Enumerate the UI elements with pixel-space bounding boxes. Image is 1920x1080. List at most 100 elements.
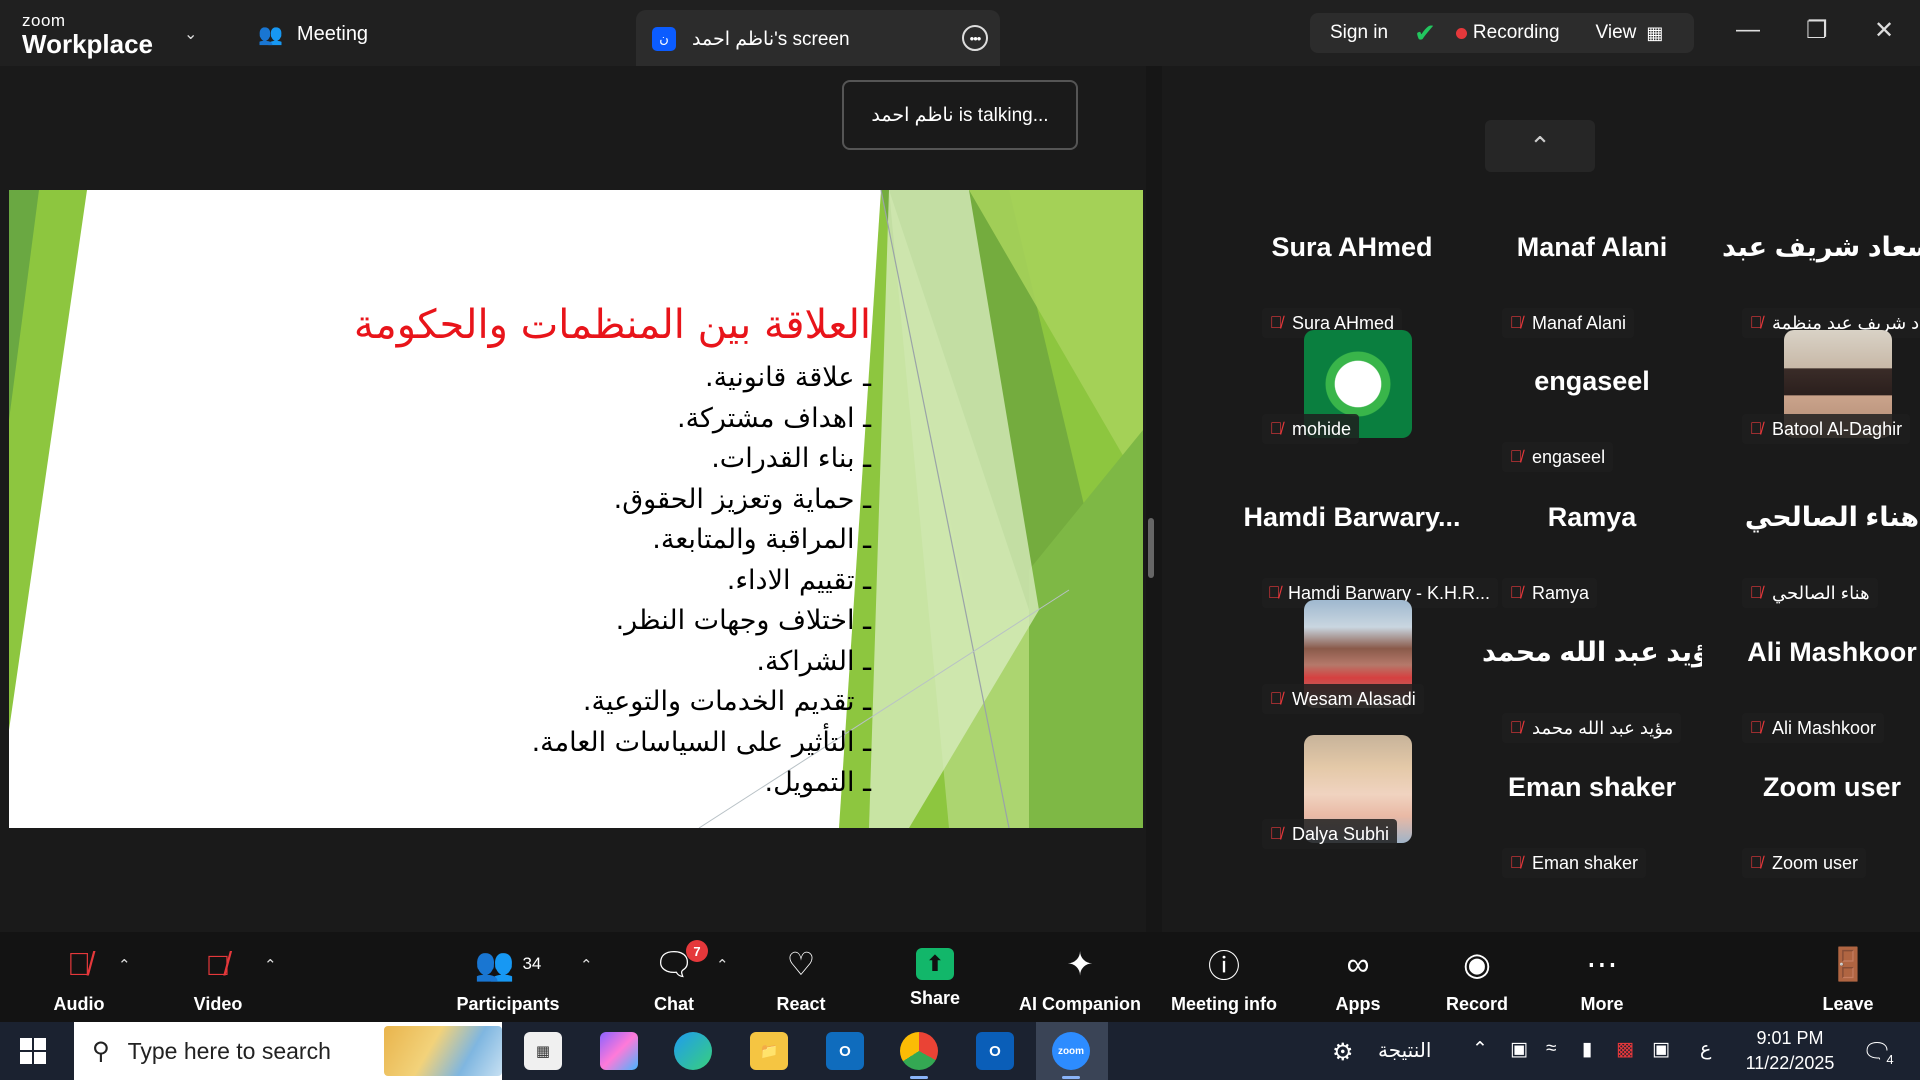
- grid-view-icon[interactable]: ▦: [1646, 23, 1663, 44]
- record-label: Record: [1446, 994, 1509, 1014]
- search-highlight-image[interactable]: [384, 1026, 502, 1076]
- mic-muted-icon: 🎙̸: [1749, 853, 1763, 872]
- mic-muted-icon: 🎙̸: [1749, 718, 1763, 737]
- app-notification-icon[interactable]: ▩: [1616, 1038, 1634, 1061]
- chat-options-caret[interactable]: ⌃: [716, 956, 729, 974]
- chrome-running-indicator: [910, 1076, 928, 1079]
- participant-tile[interactable]: 🎙̸ Dalya Subhi: [1242, 727, 1462, 849]
- participant-display-name: Ramya: [1547, 502, 1637, 532]
- notification-count-badge: 4: [1880, 1050, 1900, 1070]
- apps-button[interactable]: ∞ Apps: [1334, 942, 1382, 1015]
- resize-handle[interactable]: [1148, 518, 1154, 578]
- react-button[interactable]: ♡ React: [772, 942, 830, 1015]
- bullet-item: اهداف مشتركة.: [532, 399, 871, 440]
- clock-time: 9:01 PM: [1756, 1028, 1824, 1048]
- video-options-caret[interactable]: ⌃: [264, 956, 277, 974]
- outlook-icon[interactable]: O: [976, 1032, 1014, 1070]
- participant-tile[interactable]: 🎙̸ Wesam Alasadi: [1242, 592, 1462, 714]
- meeting-info-button[interactable]: ⓘ Meeting info: [1168, 942, 1280, 1015]
- battery-icon[interactable]: ▮: [1582, 1038, 1592, 1061]
- participant-tile[interactable]: سعاد شريف عبد... 🎙̸سعاد شريف عبد منظمة..…: [1722, 216, 1920, 338]
- zoom-workplace-logo[interactable]: zoom Workplace: [22, 12, 153, 57]
- result-widget-text[interactable]: النتيجة: [1378, 1038, 1431, 1063]
- windows-start-button[interactable]: [20, 1038, 46, 1064]
- display-icon[interactable]: ▣: [1652, 1038, 1670, 1061]
- participant-name: مؤيد عبد الله محمد: [1532, 717, 1674, 738]
- scroll-up-button[interactable]: ⌃: [1485, 120, 1595, 172]
- microsoft-store-icon[interactable]: ▦: [524, 1032, 562, 1070]
- participant-tile[interactable]: Eman shaker 🎙̸ Eman shaker: [1482, 756, 1702, 878]
- input-language-indicator[interactable]: ع: [1700, 1038, 1711, 1061]
- view-button[interactable]: View: [1596, 22, 1637, 44]
- participant-label: 🎙̸ Dalya Subhi: [1262, 819, 1398, 849]
- bullet-item: حماية وتعزيز الحقوق.: [532, 480, 871, 521]
- more-options-icon[interactable]: •••: [962, 25, 988, 51]
- participant-display-name: هناء الصالحي: [1744, 502, 1920, 532]
- chat-button[interactable]: 🗨 7 Chat: [648, 940, 708, 1015]
- close-button[interactable]: ✕: [1874, 16, 1894, 45]
- share-button[interactable]: ⬆ Share: [904, 942, 966, 1009]
- participant-tile[interactable]: Zoom user 🎙̸ Zoom user: [1722, 756, 1920, 878]
- mic-muted-icon: 🎙̸: [1509, 313, 1523, 332]
- video-button[interactable]: □̸ Video: [186, 942, 250, 1015]
- participant-tile[interactable]: Ramya 🎙̸ Ramya: [1482, 486, 1702, 608]
- participant-label: 🎙̸ Ali Mashkoor: [1742, 713, 1885, 743]
- participant-label: 🎙̸ engaseel: [1502, 442, 1614, 472]
- participant-tile[interactable]: 🎙̸ Batool Al-Daghir: [1722, 322, 1920, 444]
- participant-tile[interactable]: هناء الصالحي 🎙̸ هناء الصالحي: [1722, 486, 1920, 608]
- participant-name: Wesam Alasadi: [1292, 688, 1416, 709]
- mic-muted-icon: 🎙̸: [1749, 583, 1763, 602]
- shared-slide: العلاقة بين المنظمات والحكومة علاقة قانو…: [9, 190, 1143, 828]
- restore-button[interactable]: ❐: [1806, 16, 1828, 45]
- leave-button[interactable]: 🚪 Leave: [1822, 942, 1874, 1015]
- bullet-item: تقديم الخدمات والتوعية.: [532, 682, 871, 723]
- brand-main: Workplace: [22, 29, 154, 59]
- recording-indicator[interactable]: Recording: [1473, 22, 1560, 44]
- mic-muted-icon: 🎙̸: [1509, 853, 1523, 872]
- apps-icon: ∞: [1346, 945, 1370, 982]
- participants-button[interactable]: 👥 34 Participants: [456, 942, 560, 1015]
- meeting-main-area: ناظم احمد is talking... العلاقة بين المن…: [0, 66, 1920, 932]
- ai-companion-button[interactable]: ✦ AI Companion: [1018, 942, 1142, 1015]
- participant-name: Manaf Alani: [1532, 312, 1627, 333]
- meeting-tab[interactable]: 👥 Meeting: [258, 22, 368, 47]
- minimize-button[interactable]: —: [1736, 16, 1760, 44]
- more-button[interactable]: ⋯ More: [1578, 942, 1626, 1015]
- participant-tile[interactable]: مؤيد عبد الله محمد 🎙̸ مؤيد عبد الله محمد: [1482, 621, 1702, 743]
- chevron-up-icon: ⌃: [1529, 130, 1551, 161]
- search-icon: ⚲: [92, 1037, 110, 1065]
- participant-tile[interactable]: 🎙̸ mohide: [1242, 322, 1462, 444]
- show-hidden-icons-chevron[interactable]: ⌃: [1472, 1038, 1488, 1061]
- audio-options-caret[interactable]: ⌃: [118, 956, 131, 974]
- more-label: More: [1580, 994, 1624, 1014]
- zoom-taskbar-icon[interactable]: zoom: [1052, 1032, 1090, 1070]
- meet-now-icon[interactable]: ▣: [1510, 1038, 1528, 1061]
- record-button[interactable]: ◉ Record: [1446, 942, 1508, 1015]
- audio-button[interactable]: 🎙̸ Audio: [46, 942, 112, 1015]
- wifi-icon[interactable]: ≈: [1546, 1038, 1556, 1060]
- bullet-item: اختلاف وجهات النظر.: [532, 601, 871, 642]
- copilot-icon[interactable]: [600, 1032, 638, 1070]
- bullet-item: المراقبة والمتابعة.: [532, 520, 871, 561]
- file-explorer-icon[interactable]: 📁: [750, 1032, 788, 1070]
- mic-muted-icon: 🎙̸: [1269, 824, 1283, 843]
- windows-taskbar: ⚲ Type here to search ▦ 📁 O O zoom ⚙ الن…: [0, 1022, 1920, 1080]
- shared-screen-tab[interactable]: ن ناظم احمد's screen •••: [636, 10, 1000, 68]
- shield-check-icon[interactable]: ✔: [1414, 18, 1436, 49]
- outlook-new-icon[interactable]: O: [826, 1032, 864, 1070]
- participant-label: 🎙̸ مؤيد عبد الله محمد: [1502, 713, 1682, 743]
- chevron-down-icon[interactable]: ⌄: [184, 24, 197, 44]
- mic-muted-icon: 🎙̸: [1509, 447, 1523, 466]
- chrome-icon[interactable]: [900, 1032, 938, 1070]
- participant-tile[interactable]: Sura AHmed 🎙̸ Sura AHmed: [1242, 216, 1462, 338]
- participant-tile[interactable]: Hamdi Barwary... 🎙̸ Hamdi Barwary - K.H.R…: [1242, 486, 1498, 608]
- participant-tile[interactable]: Ali Mashkoor 🎙̸ Ali Mashkoor: [1722, 621, 1920, 743]
- weather-widget-icon[interactable]: ⚙: [1332, 1038, 1354, 1067]
- participant-tile[interactable]: engaseel 🎙̸ engaseel: [1482, 350, 1702, 472]
- taskbar-search-box[interactable]: ⚲ Type here to search: [74, 1022, 502, 1080]
- participant-tile[interactable]: Manaf Alani 🎙̸ Manaf Alani: [1482, 216, 1702, 338]
- edge-browser-icon[interactable]: [674, 1032, 712, 1070]
- system-clock[interactable]: 9:01 PM 11/22/2025: [1728, 1026, 1852, 1076]
- sign-in-button[interactable]: Sign in: [1330, 22, 1388, 44]
- participants-options-caret[interactable]: ⌃: [580, 956, 593, 974]
